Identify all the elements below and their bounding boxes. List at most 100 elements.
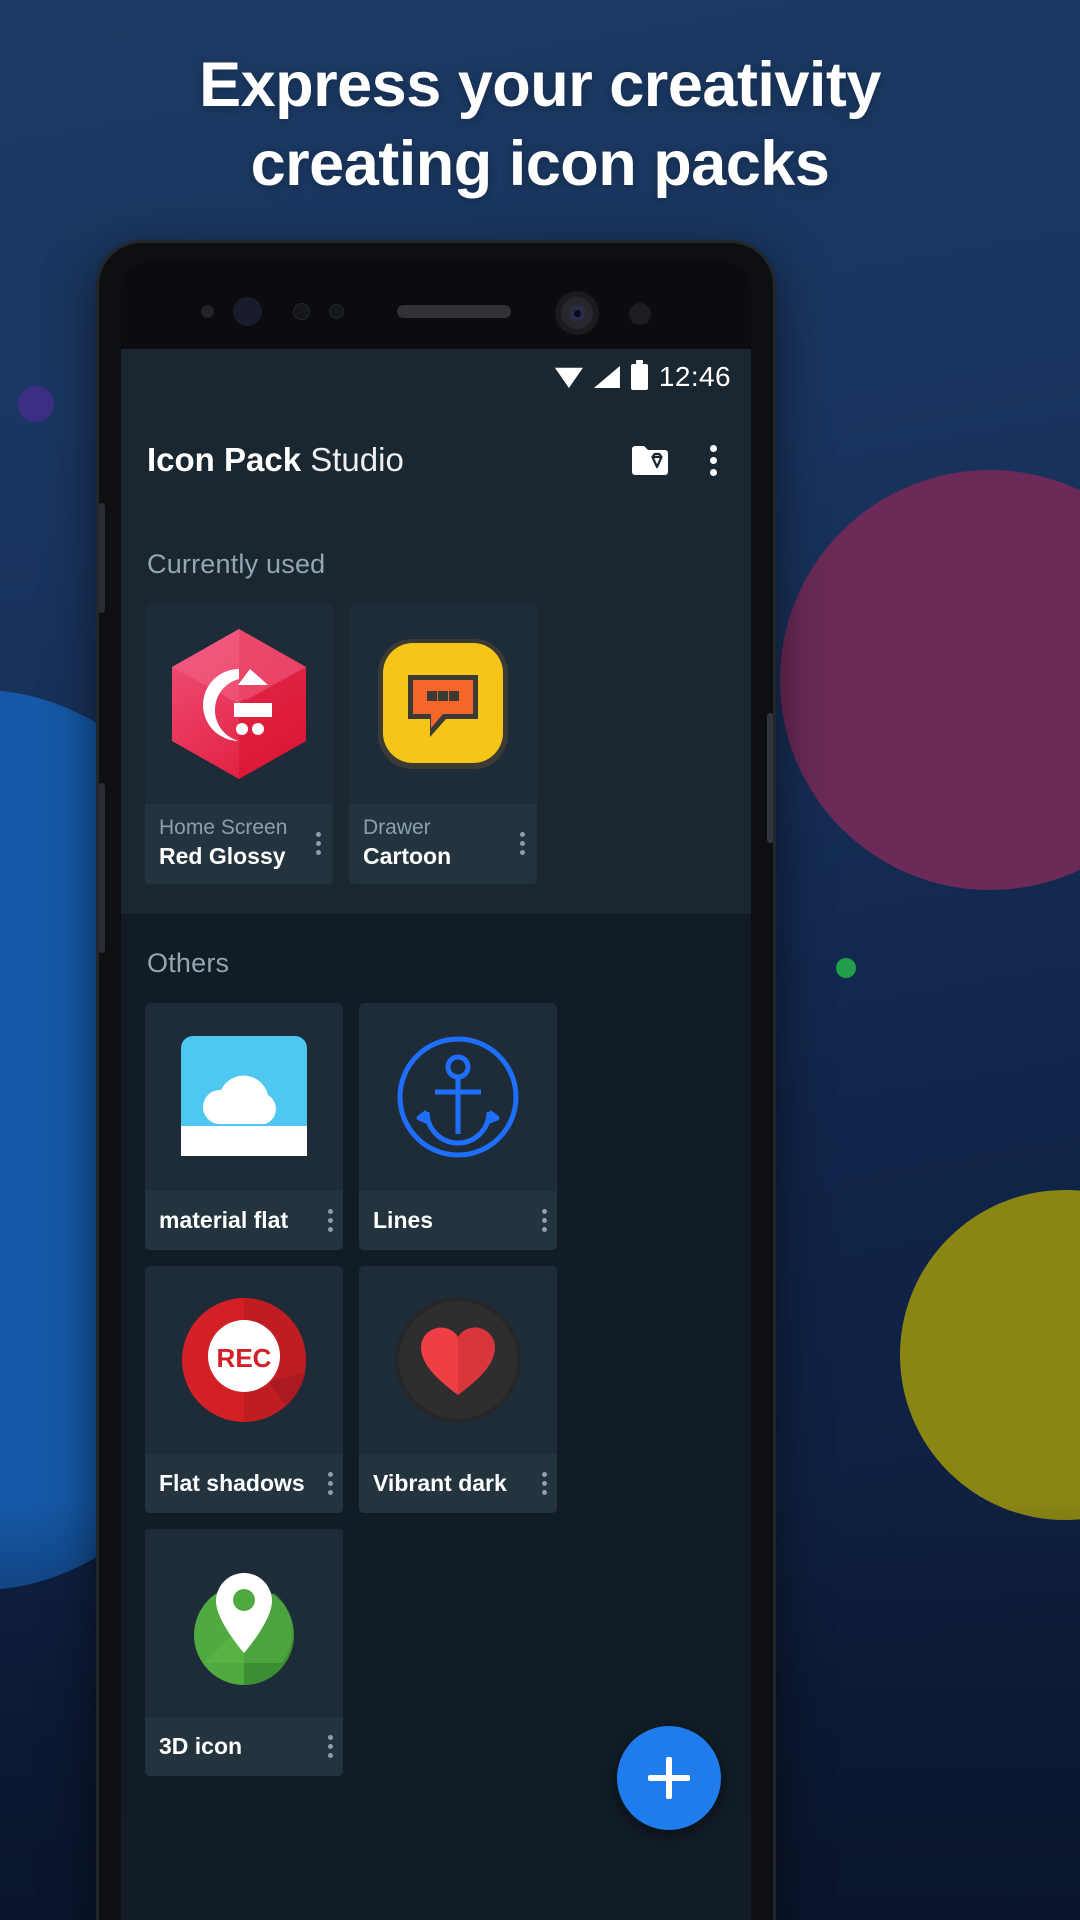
card-title: Vibrant dark [373, 1470, 507, 1497]
3d-map-pin-icon [194, 1573, 294, 1686]
card-footer: 3D icon [145, 1717, 343, 1777]
overflow-menu-icon [316, 831, 321, 837]
status-bar-clock: 12:46 [658, 361, 731, 392]
overflow-menu-icon [328, 1227, 333, 1233]
phone-side-button-lower [99, 783, 105, 953]
card-title: Lines [373, 1207, 434, 1234]
overflow-menu-icon [328, 1735, 333, 1741]
overflow-menu-icon [542, 1209, 547, 1215]
overflow-menu-icon [520, 840, 525, 846]
card-overflow-button[interactable] [310, 831, 321, 855]
promo-headline-line-2: creating icon packs [250, 129, 830, 200]
card-icon-preview [145, 1529, 343, 1717]
red-glossy-hexagon-icon [172, 629, 306, 779]
card-labels: Drawer Cartoon [363, 814, 514, 872]
overflow-menu-icon [328, 1744, 333, 1750]
section-title-others: Others [147, 948, 230, 979]
icon-pack-card[interactable]: Lines [359, 1003, 557, 1251]
overflow-menu-icon [520, 849, 525, 855]
add-icon-pack-fab[interactable] [617, 1726, 721, 1830]
card-footer: Flat shadows [145, 1454, 343, 1514]
earpiece-speaker [397, 305, 511, 318]
overflow-menu-icon [542, 1481, 547, 1487]
card-footer: material flat [145, 1191, 343, 1251]
app-bar-actions [630, 439, 727, 482]
overflow-menu-icon [328, 1481, 333, 1487]
card-icon-preview [359, 1003, 557, 1191]
promo-headline-line-1: Express your creativity [199, 50, 881, 120]
phone-side-button-upper [99, 503, 105, 613]
icon-pack-card[interactable]: REC Flat shadows [145, 1266, 343, 1514]
card-overflow-button[interactable] [536, 1209, 547, 1233]
phone-side-button-right [767, 713, 773, 843]
proximity-sensor-icon [293, 303, 310, 320]
signal-icon [593, 366, 620, 388]
card-icon-preview: REC [145, 1266, 343, 1454]
overflow-menu-icon [520, 831, 525, 837]
card-icon-preview [349, 604, 537, 804]
folder-gem-button[interactable] [630, 443, 670, 477]
section-title-currently-used: Currently used [147, 549, 326, 579]
card-footer: Vibrant dark [359, 1454, 557, 1514]
card-labels: Flat shadows [159, 1468, 322, 1499]
card-labels: material flat [159, 1205, 322, 1236]
app-title-bold: Icon Pack [147, 441, 302, 478]
app-screen: 12:46 Icon Pack Studio Currently used Ho… [121, 349, 751, 1920]
icon-pack-card[interactable]: Vibrant dark [359, 1266, 557, 1514]
folder-gem-icon [632, 446, 668, 475]
overflow-menu-icon [710, 444, 717, 452]
front-camera-small-icon [233, 297, 262, 326]
card-footer: Lines [359, 1191, 557, 1251]
card-overflow-button[interactable] [536, 1472, 547, 1496]
card-icon-preview [145, 604, 333, 804]
card-title: material flat [159, 1207, 289, 1234]
overflow-menu-icon [328, 1218, 333, 1224]
overflow-menu-icon [542, 1227, 547, 1233]
card-icon-preview [359, 1266, 557, 1454]
card-title: Red Glossy [159, 843, 286, 870]
icon-pack-card[interactable]: Home Screen Red Glossy [145, 604, 333, 885]
status-bar: 12:46 [121, 349, 751, 405]
app-title-regular: Studio [301, 441, 404, 478]
overflow-menu-icon [542, 1490, 547, 1496]
icon-pack-card[interactable]: material flat [145, 1003, 343, 1251]
card-title: Flat shadows [159, 1470, 305, 1497]
overflow-menu-icon [328, 1472, 333, 1478]
card-overflow-button[interactable] [322, 1735, 333, 1759]
overflow-menu-button[interactable] [700, 439, 727, 482]
phone-screen-area: 12:46 Icon Pack Studio Currently used Ho… [121, 261, 751, 1920]
overflow-menu-icon [710, 456, 717, 464]
overflow-menu-icon [328, 1209, 333, 1215]
phone-mockup: 12:46 Icon Pack Studio Currently used Ho… [96, 240, 776, 1920]
card-subtitle: Drawer [363, 816, 431, 839]
card-footer: Drawer Cartoon [349, 804, 537, 885]
app-title: Icon Pack Studio [147, 441, 404, 479]
card-overflow-button[interactable] [322, 1472, 333, 1496]
promo-headline: Express your creativity creating icon pa… [0, 46, 1080, 205]
light-sensor-icon [329, 304, 344, 319]
others-grid: material flat Lines REC Flat shadows Vib… [121, 1003, 751, 1777]
background-dot-purple [18, 386, 54, 422]
front-camera-aperture [574, 310, 581, 317]
plus-icon [648, 1757, 690, 1799]
section-currently-used: Currently used Home Screen Red Glossy Dr… [121, 515, 751, 915]
card-overflow-button[interactable] [322, 1209, 333, 1233]
app-bar: Icon Pack Studio [121, 405, 751, 515]
phone-notch [121, 261, 751, 349]
icon-pack-card[interactable]: Drawer Cartoon [349, 604, 537, 885]
card-overflow-button[interactable] [514, 831, 525, 855]
card-labels: Lines [373, 1205, 536, 1236]
battery-icon [630, 360, 648, 390]
flat-shadows-rec-icon: REC [182, 1298, 306, 1423]
card-labels: Home Screen Red Glossy [159, 814, 310, 872]
wifi-icon [554, 367, 583, 388]
card-subtitle: Home Screen [159, 816, 288, 839]
overflow-menu-icon [710, 468, 717, 476]
svg-text:REC: REC [217, 1343, 272, 1373]
flash-sensor-icon [629, 303, 651, 325]
lines-anchor-icon [397, 1036, 519, 1158]
background-dot-green [836, 958, 856, 978]
card-labels: Vibrant dark [373, 1468, 536, 1499]
icon-pack-card[interactable]: 3D icon [145, 1529, 343, 1777]
background-blob-purple [780, 470, 1080, 890]
